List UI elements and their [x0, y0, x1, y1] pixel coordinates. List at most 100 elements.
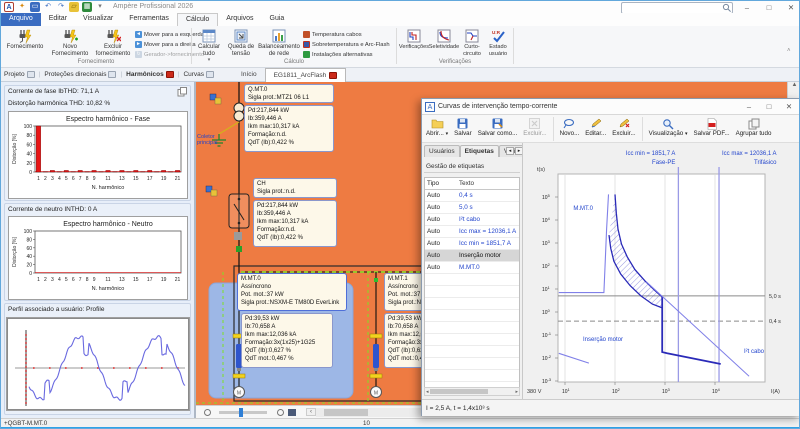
- excluir-etiqueta-button[interactable]: Excluir...: [610, 116, 637, 138]
- dialog-title-bar[interactable]: A Curvas de intervenção tempo-corrente –…: [422, 99, 800, 115]
- excluir-fornecimento-button[interactable]: Excluir fornecimento: [93, 28, 133, 57]
- dialog-close-button[interactable]: ✕: [780, 100, 798, 113]
- editar-button[interactable]: Editar...: [583, 116, 608, 138]
- dialog-minimize-button[interactable]: –: [740, 100, 758, 113]
- zoom-in-icon[interactable]: [277, 409, 284, 416]
- seletividade-button[interactable]: Seletividade: [429, 28, 459, 51]
- open-folder-icon[interactable]: ▱: [69, 2, 79, 12]
- salvar-button[interactable]: Salvar: [452, 116, 474, 138]
- menu-tab-ferramentas[interactable]: Ferramentas: [121, 13, 177, 26]
- svg-text:60: 60: [26, 142, 32, 148]
- salvar-pdf-button[interactable]: Salvar PDF...: [692, 116, 732, 138]
- instalacoes-alternativas-button[interactable]: Instalações alternativas: [303, 50, 373, 59]
- table-row[interactable]: Auto0,4 s: [425, 190, 519, 202]
- curves-dialog[interactable]: A Curvas de intervenção tempo-corrente –…: [421, 98, 800, 416]
- menu-tab-guia[interactable]: Guia: [262, 13, 293, 26]
- novo-button[interactable]: Novo...: [558, 116, 582, 138]
- menu-tab-calculo[interactable]: Cálculo: [177, 13, 218, 26]
- menu-tab-visualizar[interactable]: Visualizar: [75, 13, 121, 26]
- ribbon-collapse-icon[interactable]: ˄: [787, 48, 791, 54]
- queda-tensao-button[interactable]: Queda de tensão: [225, 28, 257, 57]
- undo-icon[interactable]: ↶: [43, 2, 53, 12]
- table-row-selected[interactable]: AutoInserção motor: [425, 250, 519, 262]
- fornecimento-button[interactable]: Fornecimento: [3, 28, 47, 51]
- menu-tab-arquivo[interactable]: Arquivo: [1, 13, 41, 26]
- button-label: Instalações alternativas: [312, 52, 373, 58]
- title-bar: A ✦ ▭ ↶ ↷ ▱ ▦ ▾ Ampère Profissional 2026…: [1, 1, 799, 13]
- label-box-mmt0[interactable]: M.MT.0AssíncronoPot. mot.:37 kWSigla pro…: [237, 273, 347, 311]
- sidebar-tab-protecoes[interactable]: Proteções direcionais: [41, 68, 119, 82]
- app-logo-icon: A: [4, 2, 14, 12]
- tab-scroll-left-icon[interactable]: ◂: [506, 147, 514, 155]
- search-input[interactable]: [622, 5, 722, 12]
- fase-harmonic-chart: Espectro harmônico - FaseDistorção [%]02…: [9, 112, 187, 198]
- mover-direita-button[interactable]: ► Mover para a direita: [135, 40, 196, 49]
- table-empty-rows: [425, 274, 519, 388]
- table-hscrollbar[interactable]: ◂ ▸: [424, 387, 520, 396]
- label-box-qmt0[interactable]: Q.MT.0Sigla prot.:MTZ1 06 L1: [244, 84, 334, 103]
- scroll-thumb[interactable]: [430, 389, 488, 394]
- profile-waveform-chart: [7, 318, 189, 410]
- menu-tab-arquivos[interactable]: Arquivos: [218, 13, 261, 26]
- zoom-slider[interactable]: [219, 411, 267, 414]
- canvas-tab-eg1811[interactable]: EG1811_ArcFlash: [265, 68, 347, 82]
- scroll-left-icon[interactable]: ‹: [306, 408, 316, 416]
- novo-fornecimento-button[interactable]: Novo Fornecimento: [47, 28, 93, 57]
- svg-text:5: 5: [65, 277, 68, 283]
- table-row[interactable]: Auto5,0 s: [425, 202, 519, 214]
- canvas-tab-inicio[interactable]: Início: [233, 68, 265, 82]
- table-row[interactable]: AutoM.MT.0: [425, 262, 519, 274]
- breaker-symbol[interactable]: [229, 194, 249, 228]
- scroll-right-icon[interactable]: ▸: [514, 389, 519, 395]
- curto-circuito-button[interactable]: Curto-circuito: [459, 28, 485, 57]
- svg-text:Icc max = 12036,1 A: Icc max = 12036,1 A: [722, 151, 777, 157]
- alt-installations-icon: [303, 51, 310, 58]
- zoom-out-icon[interactable]: [204, 409, 211, 416]
- sobretemperatura-arcflash-button[interactable]: Sobretemperatura e Arc-Flash: [303, 40, 390, 49]
- label-box-mmt0-data[interactable]: Pd:39,53 kWIb:70,658 AIkm max:12,036 kAF…: [241, 313, 333, 368]
- sidebar-tab-harmonicos[interactable]: Harmônicos: [123, 68, 177, 82]
- save-icon[interactable]: ▭: [30, 2, 40, 12]
- svg-text:103: 103: [662, 388, 670, 395]
- transformer-symbol[interactable]: [234, 103, 244, 121]
- table-row[interactable]: AutoI²t cabo: [425, 214, 519, 226]
- close-tab-icon[interactable]: [329, 72, 337, 79]
- abrir-button[interactable]: Abrir... ▾: [424, 116, 450, 139]
- table-row[interactable]: AutoIcc max = 12036,1 A: [425, 226, 519, 238]
- spreadsheet-icon[interactable]: ▦: [82, 2, 92, 12]
- window-title: Ampère Profissional 2026: [113, 3, 193, 10]
- label-box-ch-data[interactable]: Pd:217,844 kWIb:359,446 AIkm max:10,317 …: [253, 200, 337, 247]
- agrupar-tudo-button[interactable]: Agrupar tudo: [734, 116, 774, 138]
- scroll-thumb[interactable]: [324, 409, 368, 416]
- fit-page-icon[interactable]: [288, 409, 296, 416]
- dialog-maximize-button[interactable]: □: [760, 100, 778, 113]
- label-line: Ib:359,446 A: [248, 115, 330, 123]
- salvar-como-button[interactable]: Salvar como...: [476, 116, 520, 138]
- tab-usuarios[interactable]: Usuários: [424, 145, 460, 157]
- sidebar-tab-curvas[interactable]: Curvas: [180, 68, 217, 82]
- search-icon: [722, 3, 732, 13]
- label-line: Assíncrono: [241, 283, 343, 291]
- redo-icon[interactable]: ↷: [56, 2, 66, 12]
- sidebar-tab-projeto[interactable]: Projeto: [1, 68, 38, 82]
- menu-tab-editar[interactable]: Editar: [41, 13, 75, 26]
- qat-dropdown-icon[interactable]: ▾: [95, 2, 105, 12]
- favorites-icon[interactable]: ✦: [17, 2, 27, 12]
- excluir-curva-button[interactable]: Excluir...: [521, 116, 548, 138]
- table-row[interactable]: AutoIcc min = 1851,7 A: [425, 238, 519, 250]
- label-box-ch[interactable]: CHSigla prot.:n.d.: [253, 178, 337, 198]
- svg-text:Distorção [%]: Distorção [%]: [12, 237, 18, 267]
- temperatura-cabos-button[interactable]: Temperatura cabos: [303, 30, 362, 39]
- tab-row: Projeto | Proteções direcionais | Harmôn…: [1, 68, 799, 82]
- svg-text:380 V: 380 V: [527, 389, 542, 395]
- estado-usuario-button[interactable]: U:R Estado usuário: [485, 28, 511, 57]
- balanceamento-rede-button[interactable]: Balanceamento de rede: [258, 28, 300, 57]
- visualizacao-button[interactable]: Visualização ▾: [647, 116, 690, 139]
- verificacoes-button[interactable]: Verificações: [399, 28, 429, 51]
- label-box-feeder-data[interactable]: Pd:217,844 kWIb:359,446 AIkm max:10,317 …: [244, 105, 334, 152]
- zoom-slider-thumb[interactable]: [239, 408, 243, 417]
- copy-icon[interactable]: [177, 87, 189, 97]
- svg-text:40: 40: [26, 152, 32, 158]
- group-separator: [513, 28, 514, 64]
- tab-etiquetas[interactable]: Etiquetas: [460, 145, 499, 157]
